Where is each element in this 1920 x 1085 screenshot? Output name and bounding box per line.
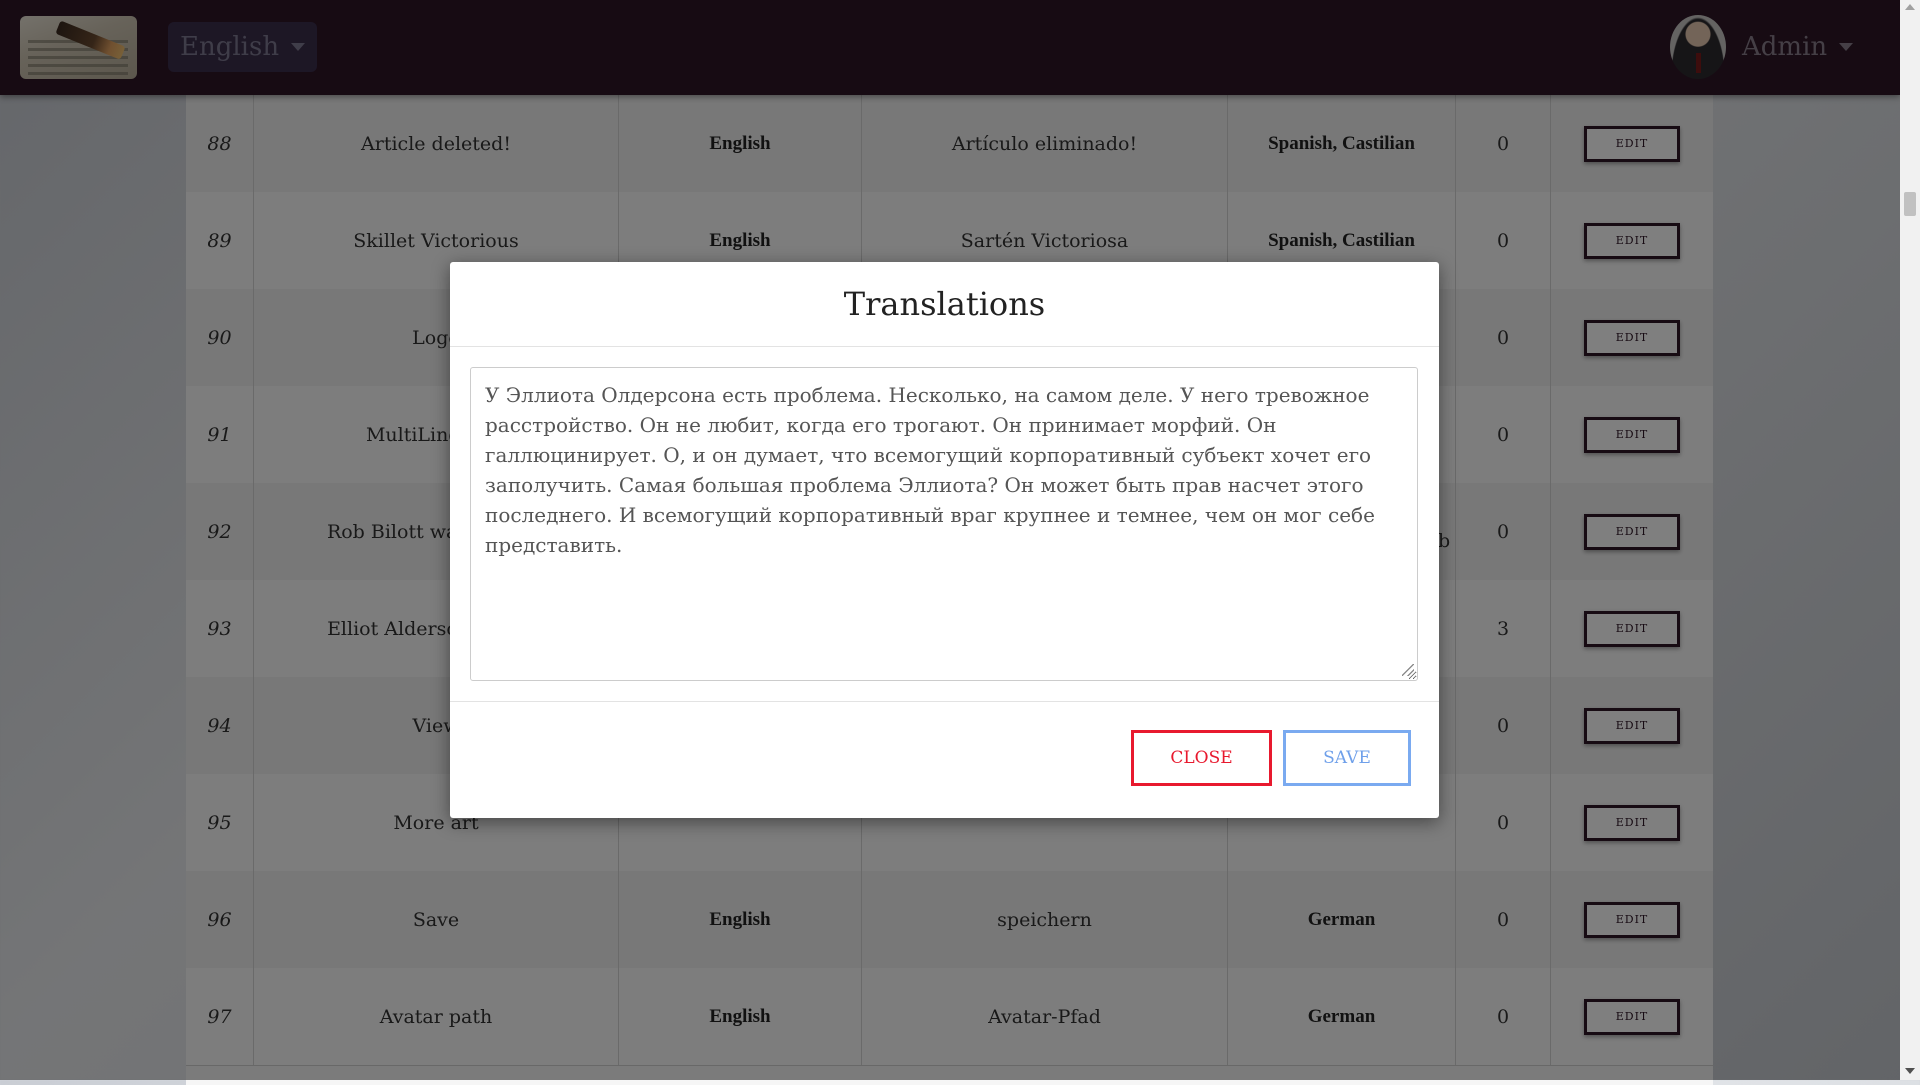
scroll-thumb[interactable]: [1904, 192, 1916, 216]
close-button[interactable]: CLOSE: [1131, 730, 1272, 786]
translations-modal: Translations У Эллиота Олдерсона есть пр…: [450, 262, 1439, 818]
save-button[interactable]: SAVE: [1283, 730, 1411, 786]
scrollbar[interactable]: [1900, 0, 1920, 1080]
scroll-down-icon[interactable]: [1905, 1068, 1915, 1074]
translation-textarea[interactable]: У Эллиота Олдерсона есть проблема. Неско…: [470, 367, 1418, 681]
modal-title: Translations: [843, 285, 1046, 323]
scroll-up-icon[interactable]: [1905, 4, 1915, 10]
resize-handle-icon[interactable]: [1402, 664, 1414, 676]
